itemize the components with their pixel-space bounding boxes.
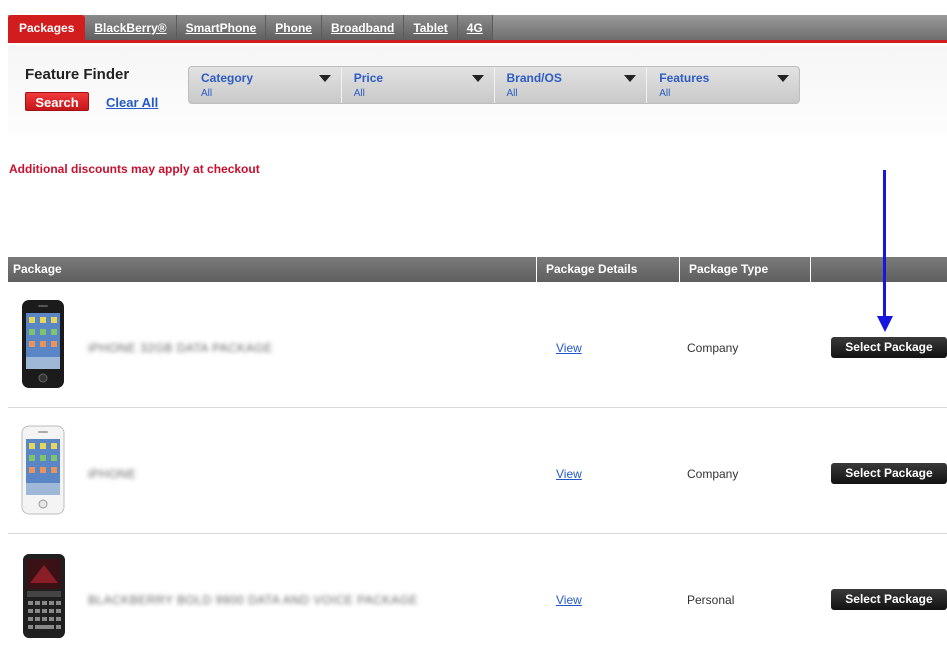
tab-blackberry[interactable]: BlackBerry® <box>85 15 177 40</box>
filter-value: All <box>506 88 518 99</box>
filter-value: All <box>659 88 671 99</box>
select-package-button[interactable]: Select Package <box>831 337 947 358</box>
header-action <box>810 257 947 282</box>
tab-4g[interactable]: 4G <box>457 15 493 40</box>
select-package-button[interactable]: Select Package <box>831 589 947 610</box>
tab-phone[interactable]: Phone <box>266 15 322 40</box>
filter-label: Features <box>659 71 710 85</box>
filter-features[interactable]: Features All <box>647 67 799 103</box>
view-details-link[interactable]: View <box>556 341 582 355</box>
select-package-button[interactable]: Select Package <box>831 463 947 484</box>
package-type: Personal <box>687 593 735 607</box>
annotation-arrow-shaft <box>883 170 886 320</box>
tab-bar: Packages BlackBerry® SmartPhone Phone Br… <box>8 15 947 43</box>
filter-category[interactable]: Category All <box>189 67 342 103</box>
package-name: BLACKBERRY BOLD 9900 DATA AND VOICE PACK… <box>88 593 418 607</box>
package-type: Company <box>687 467 739 481</box>
tab-tablet[interactable]: Tablet <box>404 15 458 40</box>
header-package-type: Package Type <box>679 257 810 282</box>
tab-broadband[interactable]: Broadband <box>321 15 405 40</box>
tab-smartphone[interactable]: SmartPhone <box>176 15 267 40</box>
header-package-details: Package Details <box>536 257 679 282</box>
tab-list: Packages BlackBerry® SmartPhone Phone Br… <box>8 15 493 40</box>
filter-value: All <box>201 88 213 99</box>
package-name: iPHONE 32GB DATA PACKAGE <box>88 341 273 355</box>
dropdown-arrow-icon <box>624 75 637 82</box>
dropdown-arrow-icon <box>471 75 484 82</box>
black-smartphone-icon <box>22 300 64 388</box>
package-type: Company <box>687 341 739 355</box>
blackberry-phone-icon <box>23 554 65 638</box>
table-row: iPHONE 32GB DATA PACKAGE View Company Se… <box>8 283 947 408</box>
search-button[interactable]: Search <box>25 92 89 111</box>
filter-label: Price <box>353 71 384 85</box>
table-row: iPHONE View Company Select Package <box>8 409 947 534</box>
clear-all-link[interactable]: Clear All <box>106 95 158 110</box>
header-package: Package <box>13 262 62 276</box>
filter-label: Category <box>201 71 254 85</box>
dropdown-arrow-icon <box>777 75 789 82</box>
annotation-arrow-down-icon <box>877 316 893 332</box>
view-details-link[interactable]: View <box>556 593 582 607</box>
tab-packages[interactable]: Packages <box>8 15 86 40</box>
table-header: Package Package Details Package Type <box>8 257 947 282</box>
dropdown-arrow-icon <box>318 75 331 82</box>
feature-finder: Feature Finder Search Clear All Category… <box>8 46 947 136</box>
white-smartphone-icon <box>21 425 65 515</box>
filter-brand-os[interactable]: Brand/OS All <box>495 67 648 103</box>
table-row: BLACKBERRY BOLD 9900 DATA AND VOICE PACK… <box>8 535 947 660</box>
feature-finder-title: Feature Finder <box>25 66 130 83</box>
filter-value: All <box>353 88 365 99</box>
view-details-link[interactable]: View <box>556 467 582 481</box>
filter-bar: Category All Price All Brand/OS All Feat… <box>188 66 800 104</box>
package-name: iPHONE <box>88 467 137 481</box>
discount-notice: Additional discounts may apply at checko… <box>9 162 260 176</box>
filter-price[interactable]: Price All <box>342 67 495 103</box>
filter-label: Brand/OS <box>506 71 562 85</box>
